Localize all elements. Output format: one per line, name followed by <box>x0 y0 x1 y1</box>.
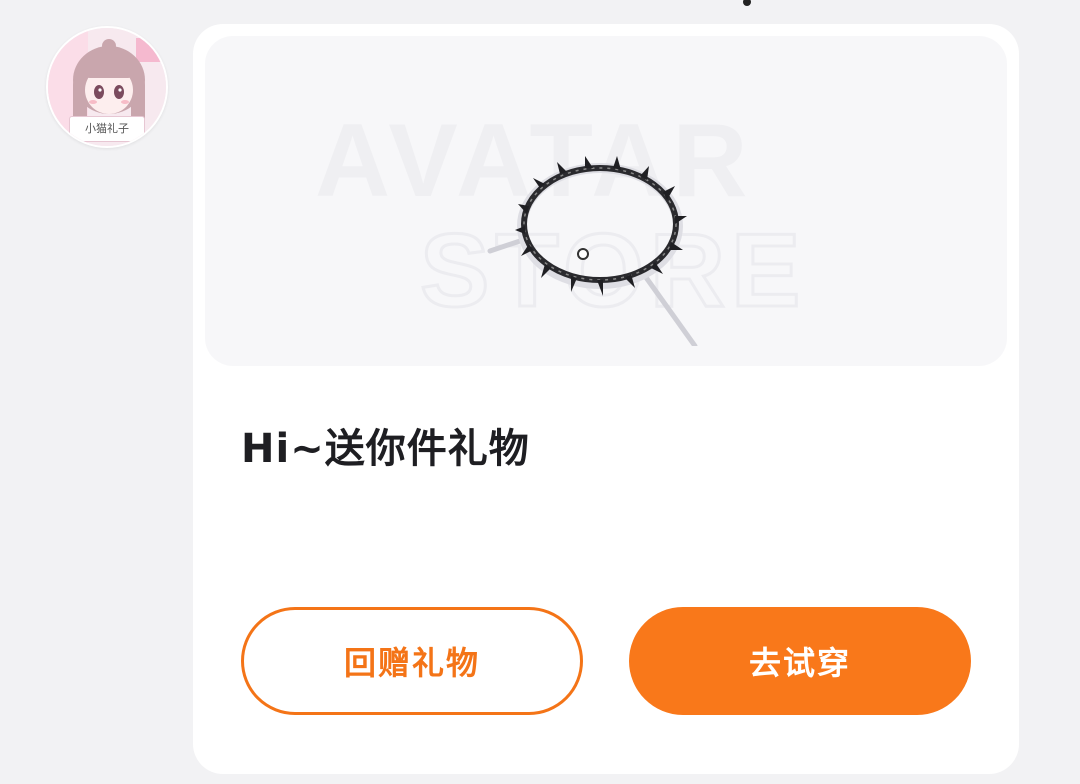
chat-screen: 小猫礼子 AVATAR STORE Hi~送你件礼物 回赠礼物 去试穿 <box>0 0 1080 784</box>
try-on-button[interactable]: 去试穿 <box>629 607 971 715</box>
spiked-choker-icon <box>487 156 698 346</box>
gift-title: Hi~送你件礼物 <box>241 426 530 472</box>
avatar-sign-text: 小猫礼子 <box>69 116 145 142</box>
sender-avatar[interactable]: 小猫礼子 <box>46 26 168 148</box>
return-gift-button[interactable]: 回赠礼物 <box>241 607 583 715</box>
gift-preview-panel[interactable]: AVATAR STORE <box>205 36 1007 366</box>
status-dot <box>743 0 751 6</box>
gift-card: AVATAR STORE Hi~送你件礼物 回赠礼物 去试穿 <box>193 24 1019 774</box>
